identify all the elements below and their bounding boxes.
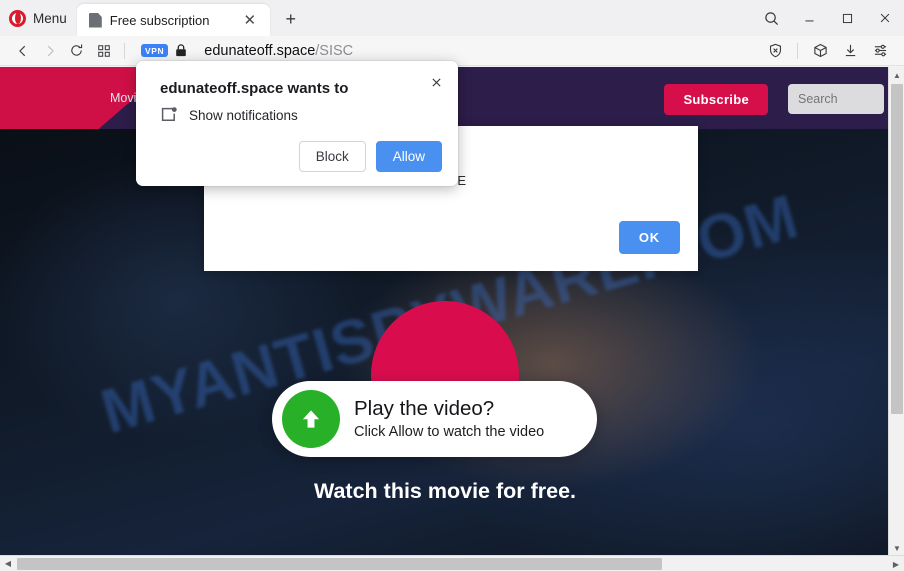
page-icon xyxy=(88,12,102,28)
back-icon[interactable] xyxy=(9,39,36,63)
shield-block-icon[interactable] xyxy=(760,38,790,64)
notification-permission-popup: edunateoff.space wants to Show notificat… xyxy=(136,61,458,186)
permission-description: Show notifications xyxy=(189,107,298,123)
window-controls xyxy=(752,0,904,36)
reload-icon[interactable] xyxy=(63,39,90,63)
hero-tagline: Watch this movie for free. xyxy=(313,479,577,503)
forward-icon[interactable] xyxy=(36,39,63,63)
browser-tab[interactable]: Free subscription ✕ xyxy=(76,4,270,36)
site-search-input[interactable] xyxy=(788,84,884,114)
permission-actions: Block Allow xyxy=(298,141,442,172)
scroll-left-icon[interactable]: ◀ xyxy=(0,556,16,571)
subscribe-button[interactable]: Subscribe xyxy=(664,84,768,115)
play-card-text: Play the video? Click Allow to watch the… xyxy=(354,398,544,440)
speed-dial-icon[interactable] xyxy=(90,39,117,63)
horizontal-scrollbar[interactable]: ◀ ▶ xyxy=(0,555,904,571)
close-icon[interactable] xyxy=(425,71,447,93)
title-bar: Menu Free subscription ✕ + xyxy=(0,0,904,36)
browser-window: Menu Free subscription ✕ + VPN edunateof… xyxy=(0,0,904,571)
vertical-scrollbar-thumb[interactable] xyxy=(891,84,903,414)
permission-row: Show notifications xyxy=(160,106,298,124)
maximize-icon[interactable] xyxy=(828,0,866,36)
close-icon[interactable] xyxy=(866,0,904,36)
ok-button[interactable]: OK xyxy=(618,221,680,254)
scroll-right-icon[interactable]: ▶ xyxy=(888,556,904,571)
opera-menu-button[interactable]: Menu xyxy=(0,4,77,32)
url-path: /SISC xyxy=(315,42,354,59)
url-host: edunateoff.space xyxy=(204,42,316,59)
tab-title: Free subscription xyxy=(109,12,210,28)
lock-icon xyxy=(175,44,187,57)
address-bar[interactable]: VPN edunateoff.space/SISC xyxy=(132,43,760,59)
play-card-title: Play the video? xyxy=(354,397,495,421)
toolbar-divider xyxy=(124,42,125,59)
scroll-down-icon[interactable]: ▼ xyxy=(889,540,904,556)
menu-label: Menu xyxy=(33,10,67,26)
green-up-arrow-icon xyxy=(282,390,340,448)
vpn-badge[interactable]: VPN xyxy=(141,43,169,58)
url-text: edunateoff.space/SISC xyxy=(204,43,353,59)
play-card-subtitle: Click Allow to watch the video xyxy=(354,423,545,440)
scroll-up-icon[interactable]: ▲ xyxy=(889,67,904,83)
easy-setup-icon[interactable] xyxy=(865,38,895,64)
toolbar-divider-2 xyxy=(797,42,798,59)
opera-logo-icon xyxy=(9,9,26,27)
new-tab-button[interactable]: + xyxy=(280,8,302,30)
allow-button[interactable]: Allow xyxy=(375,141,442,172)
search-icon[interactable] xyxy=(752,0,790,36)
extensions-cube-icon[interactable] xyxy=(805,38,835,64)
close-icon[interactable]: ✕ xyxy=(239,9,261,31)
notification-icon xyxy=(160,106,178,124)
horizontal-scrollbar-thumb[interactable] xyxy=(17,558,662,570)
downloads-icon[interactable] xyxy=(835,38,865,64)
play-video-card[interactable]: Play the video? Click Allow to watch the… xyxy=(272,381,597,457)
minimize-icon[interactable] xyxy=(790,0,828,36)
permission-title: edunateoff.space wants to xyxy=(160,80,349,97)
block-button[interactable]: Block xyxy=(298,141,366,172)
vertical-scrollbar[interactable]: ▲ ▼ xyxy=(888,67,904,556)
site-dialog-text: E xyxy=(457,173,466,188)
